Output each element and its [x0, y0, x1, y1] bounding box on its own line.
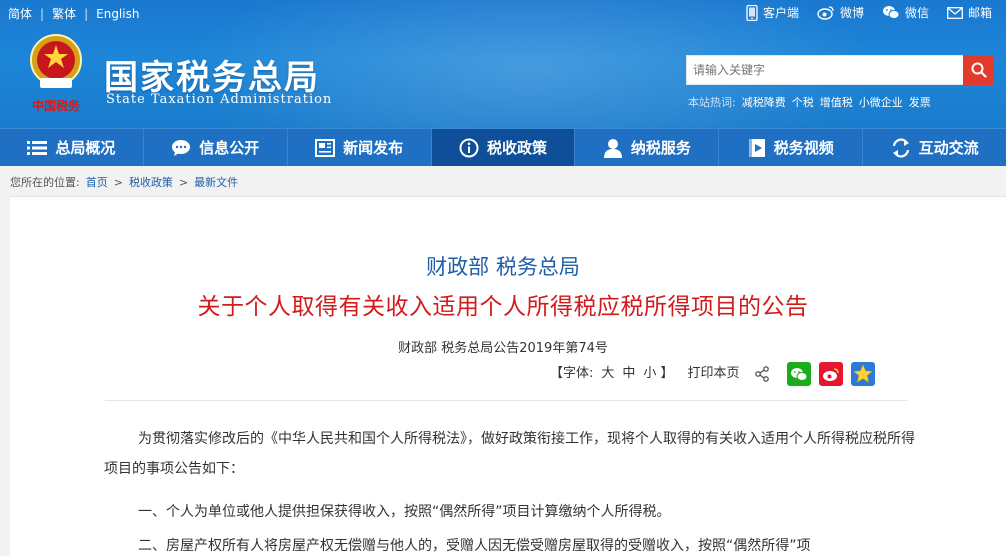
wechat-link[interactable]: 微信	[882, 4, 929, 21]
weibo-icon	[823, 367, 839, 381]
mail-link-label: 邮箱	[967, 6, 992, 20]
nav-label: 互动交流	[918, 139, 979, 157]
article-divider	[105, 400, 908, 401]
exchange-icon	[892, 137, 909, 158]
article-tools: 【字体: 大 中 小 】 打印本页	[550, 362, 739, 381]
wechat-icon	[882, 6, 900, 19]
hot-word-link[interactable]: 个税	[792, 94, 814, 110]
nav-label: 信息公开	[199, 139, 260, 157]
quick-links: 客户端 微博 微信 邮箱	[746, 4, 992, 21]
hot-words-label: 本站热词:	[688, 96, 736, 109]
hot-word-link[interactable]: 减税降费	[742, 94, 786, 110]
mobile-icon	[746, 4, 758, 21]
breadcrumb-prefix: 您所在的位置:	[10, 176, 80, 189]
article-paragraph: 二、房屋产权所有人将房屋产权无偿赠与他人的，受赠人因无偿受赠房屋取得的受赠收入，…	[138, 538, 811, 554]
breadcrumb-latest-files[interactable]: 最新文件	[194, 174, 238, 190]
nav-item-news[interactable]: 新闻发布	[288, 129, 432, 166]
site-header: 简体 | 繁体 | English 客户端 微博 微信 邮箱 中国税务 国家税务…	[0, 0, 1006, 128]
lang-traditional-link[interactable]: 繁体	[52, 5, 76, 22]
client-link[interactable]: 客户端	[746, 4, 799, 21]
user-icon	[603, 138, 622, 158]
emblem-caption: 中国税务	[32, 98, 81, 113]
nav-item-tax-policy[interactable]: 税收政策	[431, 129, 576, 166]
nav-label: 税收政策	[487, 139, 548, 157]
video-icon	[748, 138, 765, 157]
font-size-label: 【字体:	[550, 366, 594, 381]
info-icon	[459, 138, 479, 157]
hot-word-link[interactable]: 发票	[909, 94, 931, 110]
tax-emblem-logo: 中国税务	[30, 34, 82, 113]
hot-word-link[interactable]: 增值税	[820, 94, 853, 110]
document-title: 关于个人取得有关收入适用个人所得税应税所得项目的公告	[197, 294, 809, 320]
newspaper-icon	[315, 138, 336, 157]
weibo-link[interactable]: 微博	[817, 4, 864, 21]
nav-item-overview[interactable]: 总局概况	[0, 129, 144, 166]
nav-item-taxpayer-service[interactable]: 纳税服务	[575, 129, 720, 166]
article-paragraph: 为贯彻落实修改后的《中华人民共和国个人所得税法》，做好政策衔接工作，现将个人取得…	[104, 431, 915, 477]
lang-separator: |	[84, 6, 89, 21]
search-icon	[971, 62, 987, 78]
font-size-large-button[interactable]: 大	[601, 362, 614, 381]
mail-link[interactable]: 邮箱	[947, 4, 992, 21]
document-number: 财政部 税务总局公告2019年第74号	[398, 341, 608, 356]
hot-words: 本站热词: 减税降费 个税 增值税 小微企业 发票	[688, 94, 931, 110]
font-size-close: 】	[660, 366, 674, 381]
font-size-small-button[interactable]: 小	[643, 362, 656, 381]
nav-label: 税务视频	[773, 139, 834, 157]
wechat-link-label: 微信	[904, 6, 929, 20]
breadcrumb-separator: >	[178, 175, 189, 189]
weibo-icon	[817, 6, 834, 20]
share-weibo-button[interactable]	[819, 362, 843, 386]
share-bar	[753, 362, 875, 386]
nav-label: 纳税服务	[630, 139, 691, 157]
search-input[interactable]	[686, 55, 964, 85]
star-icon	[853, 364, 873, 383]
lang-english-link[interactable]: English	[96, 7, 139, 21]
nav-label: 总局概况	[55, 139, 116, 157]
breadcrumb: 您所在的位置: 首页 > 税收政策 > 最新文件	[10, 174, 238, 190]
font-size-medium-button[interactable]: 中	[622, 362, 635, 381]
lang-simplified-link[interactable]: 简体	[8, 5, 32, 22]
language-bar: 简体 | 繁体 | English	[8, 5, 139, 22]
breadcrumb-tax-policy[interactable]: 税收政策	[129, 174, 173, 190]
chat-icon	[172, 139, 191, 156]
share-qzone-button[interactable]	[851, 362, 875, 386]
document-issuer: 财政部 税务总局	[426, 255, 580, 279]
nav-item-info-disclosure[interactable]: 信息公开	[144, 129, 288, 166]
article-paragraph: 一、个人为单位或他人提供担保获得收入，按照“偶然所得”项目计算缴纳个人所得税。	[138, 504, 671, 520]
wechat-icon	[791, 367, 808, 381]
list-icon	[27, 140, 48, 155]
main-navigation: 总局概况 信息公开 新闻发布 税收政策 纳税服务 税务视频 互动交流	[0, 128, 1006, 166]
hot-word-link[interactable]: 小微企业	[859, 94, 903, 110]
nav-label: 新闻发布	[343, 139, 404, 157]
breadcrumb-separator: >	[113, 175, 123, 189]
mail-icon	[947, 6, 963, 19]
breadcrumb-home[interactable]: 首页	[86, 174, 108, 190]
lang-separator: |	[40, 6, 45, 21]
share-icon[interactable]	[753, 365, 771, 383]
client-link-label: 客户端	[762, 6, 799, 20]
nav-item-interaction[interactable]: 互动交流	[863, 129, 1006, 166]
site-title-english: State Taxation Administration	[106, 92, 333, 107]
share-wechat-button[interactable]	[787, 362, 811, 386]
weibo-link-label: 微博	[839, 6, 864, 20]
print-page-link[interactable]: 打印本页	[687, 362, 739, 381]
search-button[interactable]	[963, 55, 994, 85]
nav-item-tax-video[interactable]: 税务视频	[719, 129, 864, 166]
